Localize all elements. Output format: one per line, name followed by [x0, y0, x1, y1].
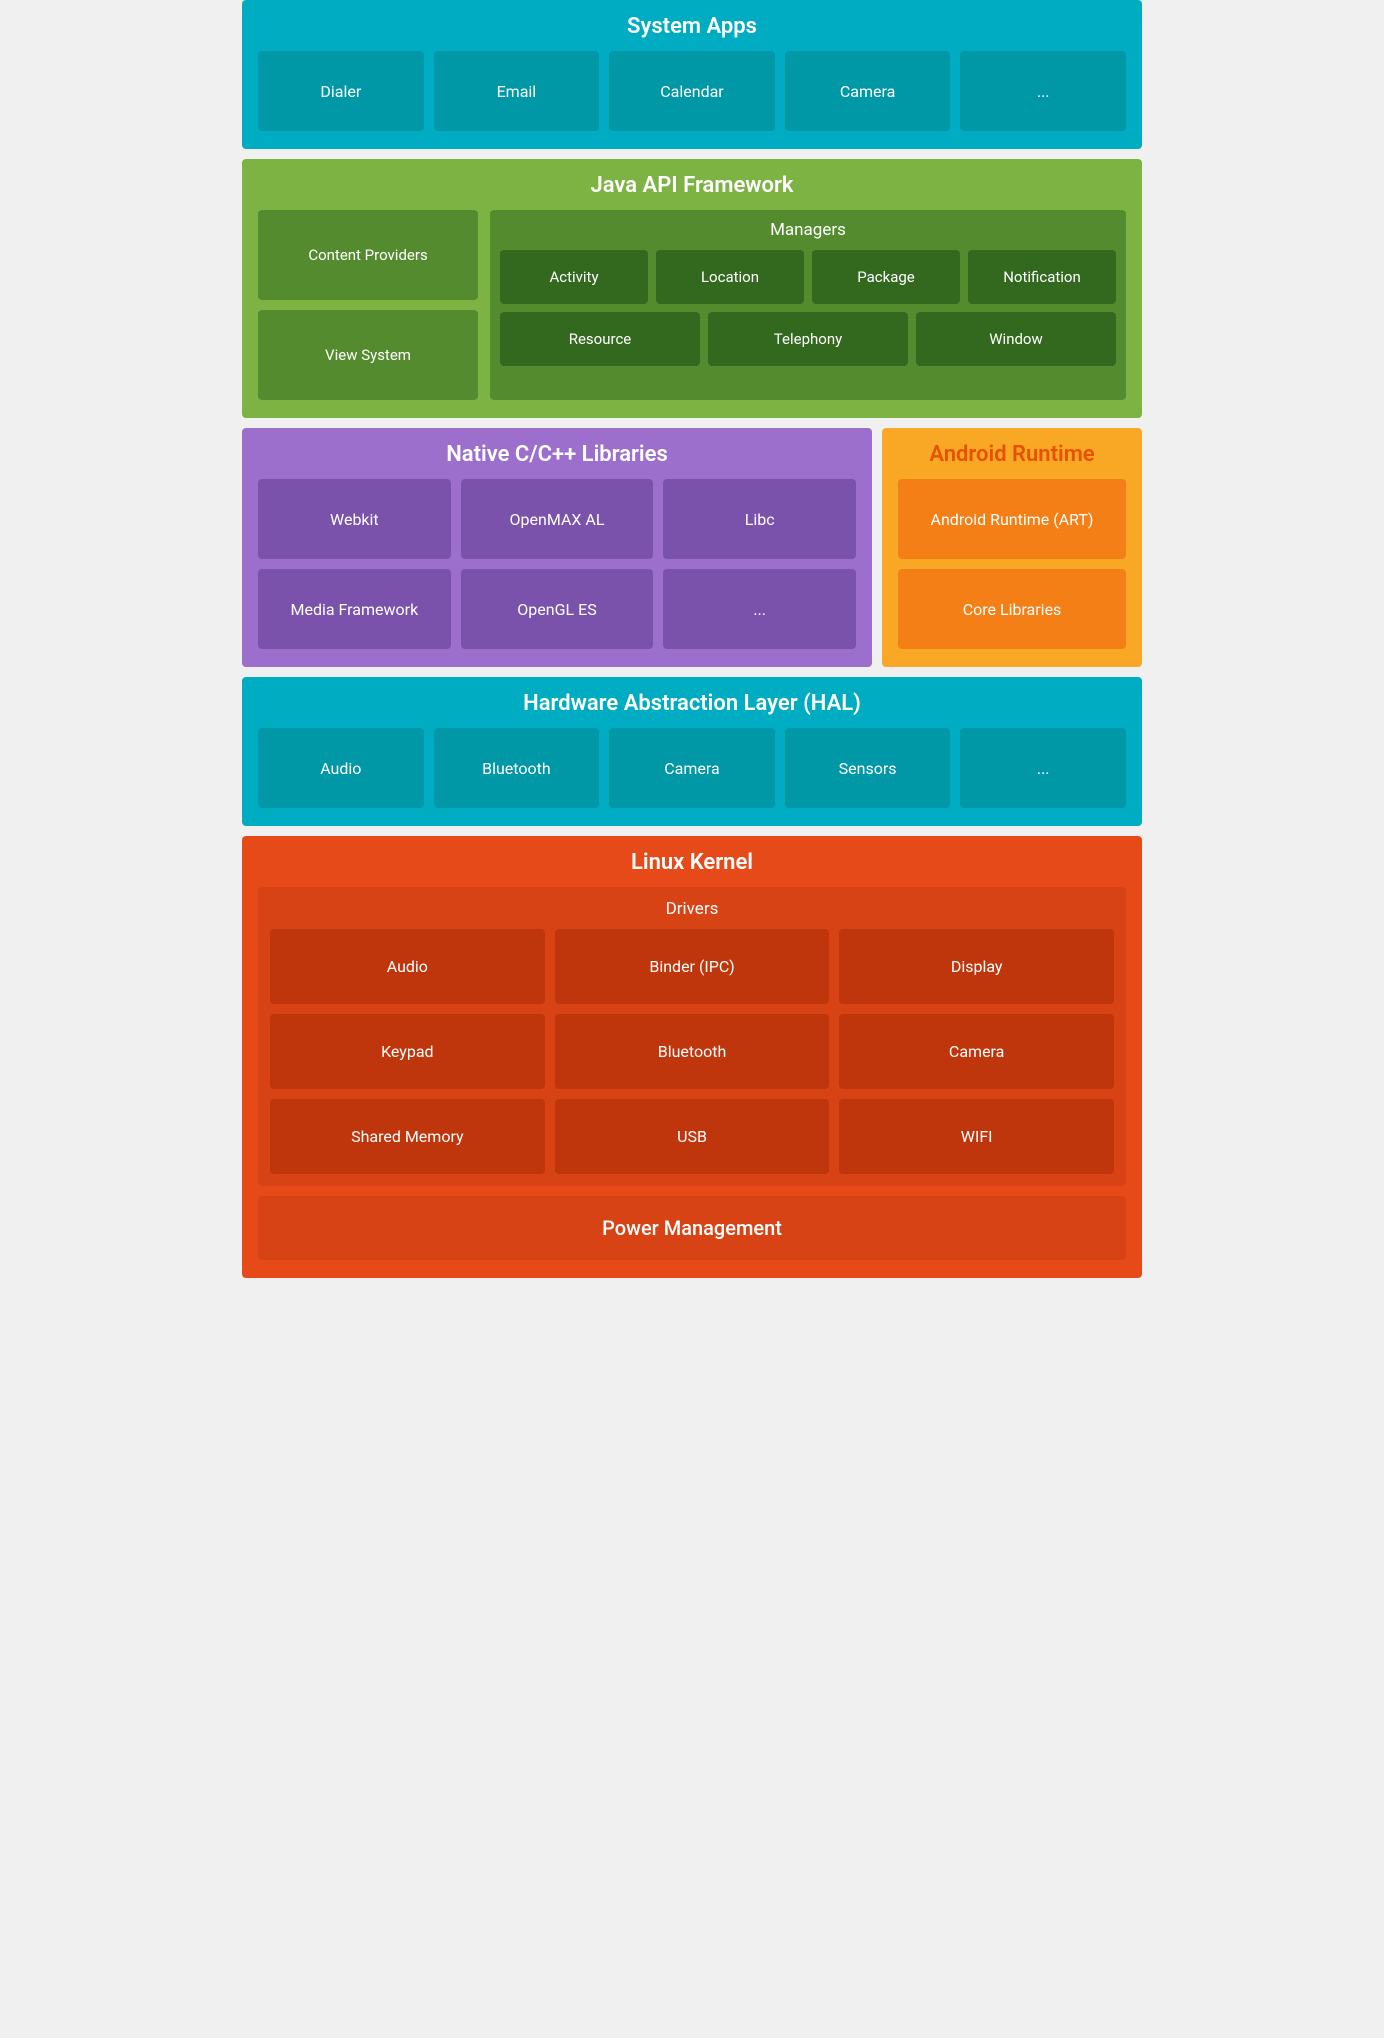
driver-tile: Bluetooth — [555, 1014, 830, 1089]
android-runtime-layer: Android Runtime Android Runtime (ART) Cor… — [882, 428, 1142, 667]
hal-tile: Audio — [258, 728, 424, 808]
driver-tile: Display — [839, 929, 1114, 1004]
android-runtime-title: Android Runtime — [898, 442, 1126, 467]
native-tile: Webkit — [258, 479, 451, 559]
android-runtime-tile: Android Runtime (ART) — [898, 479, 1126, 559]
manager-tile: Activity — [500, 250, 648, 304]
manager-tile: Telephony — [708, 312, 908, 366]
linux-kernel-layer: Linux Kernel Drivers AudioBinder (IPC)Di… — [242, 836, 1142, 1278]
driver-tile: Camera — [839, 1014, 1114, 1089]
native-tile: ... — [663, 569, 856, 649]
native-tile: Libc — [663, 479, 856, 559]
native-libs-layer: Native C/C++ Libraries WebkitOpenMAX ALL… — [242, 428, 872, 667]
system-apps-tile: Calendar — [609, 51, 775, 131]
java-api-left-tile: Content Providers — [258, 210, 478, 300]
managers-row2: ResourceTelephonyWindow — [500, 312, 1116, 366]
driver-tile: USB — [555, 1099, 830, 1174]
manager-tile: Resource — [500, 312, 700, 366]
power-management: Power Management — [258, 1196, 1126, 1260]
drivers-grid: AudioBinder (IPC)Display KeypadBluetoothC… — [270, 929, 1114, 1174]
system-apps-tile: Dialer — [258, 51, 424, 131]
driver-tile: WIFI — [839, 1099, 1114, 1174]
java-api-left: Content Providers View System — [258, 210, 478, 400]
manager-tile: Package — [812, 250, 960, 304]
driver-tile: Binder (IPC) — [555, 929, 830, 1004]
manager-tile: Location — [656, 250, 804, 304]
hal-tile: ... — [960, 728, 1126, 808]
managers-title: Managers — [500, 220, 1116, 240]
java-api-left-tile: View System — [258, 310, 478, 400]
drivers-title: Drivers — [270, 899, 1114, 919]
java-api-title: Java API Framework — [258, 173, 1126, 198]
linux-kernel-title: Linux Kernel — [258, 850, 1126, 875]
system-apps-tile: Email — [434, 51, 600, 131]
managers-row1: ActivityLocationPackageNotification — [500, 250, 1116, 304]
hal-tile: Sensors — [785, 728, 951, 808]
hal-tile: Bluetooth — [434, 728, 600, 808]
native-tile: Media Framework — [258, 569, 451, 649]
native-tile: OpenGL ES — [461, 569, 654, 649]
system-apps-layer: System Apps DialerEmailCalendarCamera... — [242, 0, 1142, 149]
manager-tile: Notification — [968, 250, 1116, 304]
middle-row: Native C/C++ Libraries WebkitOpenMAX ALL… — [242, 428, 1142, 667]
system-apps-title: System Apps — [258, 14, 1126, 39]
java-api-layer: Java API Framework Content Providers View… — [242, 159, 1142, 418]
managers-box: Managers ActivityLocationPackageNotifica… — [490, 210, 1126, 400]
hal-title: Hardware Abstraction Layer (HAL) — [258, 691, 1126, 716]
hal-tiles: AudioBluetoothCameraSensors... — [258, 728, 1126, 808]
drivers-box: Drivers AudioBinder (IPC)Display KeypadBl… — [258, 887, 1126, 1186]
java-api-inner: Content Providers View System Managers Ac… — [258, 210, 1126, 400]
android-runtime-tile: Core Libraries — [898, 569, 1126, 649]
native-tiles: WebkitOpenMAX ALLibc Media FrameworkOpenG… — [258, 479, 856, 649]
native-tile: OpenMAX AL — [461, 479, 654, 559]
hal-layer: Hardware Abstraction Layer (HAL) AudioBl… — [242, 677, 1142, 826]
driver-tile: Audio — [270, 929, 545, 1004]
system-apps-tile: Camera — [785, 51, 951, 131]
hal-tile: Camera — [609, 728, 775, 808]
manager-tile: Window — [916, 312, 1116, 366]
system-apps-tile: ... — [960, 51, 1126, 131]
driver-tile: Keypad — [270, 1014, 545, 1089]
driver-tile: Shared Memory — [270, 1099, 545, 1174]
native-libs-title: Native C/C++ Libraries — [258, 442, 856, 467]
system-apps-tiles: DialerEmailCalendarCamera... — [258, 51, 1126, 131]
